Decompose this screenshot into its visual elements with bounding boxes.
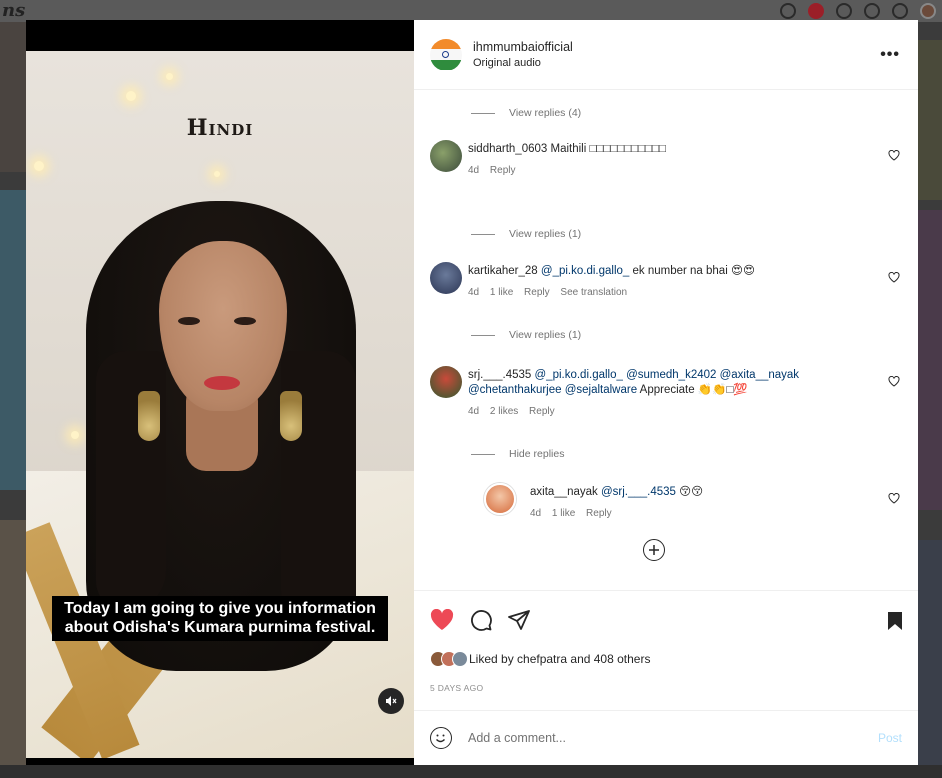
reel-video[interactable]: Hindi Today I am going to give you infor… <box>26 20 414 765</box>
commenter-avatar[interactable] <box>430 140 462 172</box>
comment-input[interactable] <box>468 731 848 745</box>
comment-username[interactable]: axita__nayak <box>530 486 598 498</box>
comment-text: ek number na bhai 😍😍 <box>632 265 755 277</box>
home-icon[interactable] <box>780 3 796 19</box>
emoji-icon[interactable] <box>430 727 452 749</box>
heart-outline-icon[interactable] <box>888 376 900 387</box>
bookmark-icon[interactable] <box>887 611 903 631</box>
comment-username[interactable]: srj.___.4535 <box>468 369 531 381</box>
comment-time: 4d <box>530 508 542 519</box>
likes-summary[interactable]: Liked by chefpatra and 408 others <box>430 651 650 667</box>
commenter-avatar[interactable] <box>484 483 516 515</box>
heart-outline-icon[interactable] <box>888 493 900 504</box>
profile-avatar[interactable] <box>920 3 936 19</box>
messages-icon[interactable] <box>836 3 852 19</box>
video-subtitle: Today I am going to give you information… <box>52 596 388 641</box>
reply-button[interactable]: Reply <box>529 406 555 417</box>
post-modal: Hindi Today I am going to give you infor… <box>26 20 918 765</box>
liked-by-text[interactable]: Liked by chefpatra and 408 others <box>469 652 650 666</box>
view-replies-button[interactable]: View replies (1) <box>471 329 581 341</box>
notifications-icon[interactable] <box>808 3 824 19</box>
comment-text: 😚😚 <box>679 486 704 498</box>
mute-button[interactable] <box>378 688 404 714</box>
liker-avatars <box>430 651 468 667</box>
activity-icon[interactable] <box>892 3 908 19</box>
comment-mention[interactable]: @_pi.ko.di.gallo_ <box>541 265 629 277</box>
post-username[interactable]: ihmmumbaiofficial <box>473 40 573 54</box>
comment-username[interactable]: siddharth_0603 <box>468 143 547 155</box>
reply-button[interactable]: Reply <box>524 287 550 298</box>
like-heart-icon[interactable] <box>430 609 454 631</box>
reply-button[interactable]: Reply <box>586 508 612 519</box>
comment-composer: Post <box>414 710 918 765</box>
comment-icon[interactable] <box>470 609 492 631</box>
more-options-icon[interactable]: ••• <box>880 46 900 64</box>
comment-text: Appreciate 👏👏□💯 <box>639 384 748 396</box>
video-frame <box>26 51 414 758</box>
comment-likes[interactable]: 1 like <box>490 287 513 298</box>
post-actions: Liked by chefpatra and 408 others 5 DAYS… <box>414 590 918 710</box>
explore-icon[interactable] <box>864 3 880 19</box>
comment-likes[interactable]: 1 like <box>552 508 575 519</box>
speaker-muted-icon <box>386 696 397 706</box>
comment-time: 4d <box>468 165 480 176</box>
comment-time: 4d <box>468 287 480 298</box>
heart-outline-icon[interactable] <box>888 272 900 283</box>
post-header: ihmmumbaiofficial Original audio ••• <box>414 20 918 90</box>
see-translation-button[interactable]: See translation <box>560 287 627 298</box>
post-sidebar: ihmmumbaiofficial Original audio ••• Vie… <box>414 20 918 765</box>
account-avatar[interactable] <box>430 38 462 71</box>
instagram-logo[interactable]: ns <box>2 0 25 21</box>
comment-likes[interactable]: 2 likes <box>490 406 518 417</box>
video-title: Hindi <box>186 115 254 141</box>
commenter-avatar[interactable] <box>430 366 462 398</box>
share-icon[interactable] <box>508 609 530 631</box>
comment-username[interactable]: kartikaher_28 <box>468 265 538 277</box>
audio-label[interactable]: Original audio <box>473 57 573 69</box>
commenter-avatar[interactable] <box>430 262 462 294</box>
reply-button[interactable]: Reply <box>490 165 516 176</box>
view-replies-button[interactable]: View replies (4) <box>471 107 581 119</box>
hide-replies-button[interactable]: Hide replies <box>471 448 564 460</box>
top-nav-icons <box>780 3 936 19</box>
comments-list: View replies (4) siddharth_0603 Maithili… <box>414 91 918 589</box>
heart-outline-icon[interactable] <box>888 150 900 161</box>
view-replies-button[interactable]: View replies (1) <box>471 228 581 240</box>
post-date: 5 DAYS AGO <box>430 683 484 693</box>
comment-mention[interactable]: @srj.___.4535 <box>601 486 676 498</box>
comment-text: Maithili □□□□□□□□□□□ <box>550 143 666 155</box>
load-more-comments-icon[interactable] <box>643 539 665 561</box>
post-comment-button[interactable]: Post <box>878 731 902 745</box>
comment-time: 4d <box>468 406 480 417</box>
